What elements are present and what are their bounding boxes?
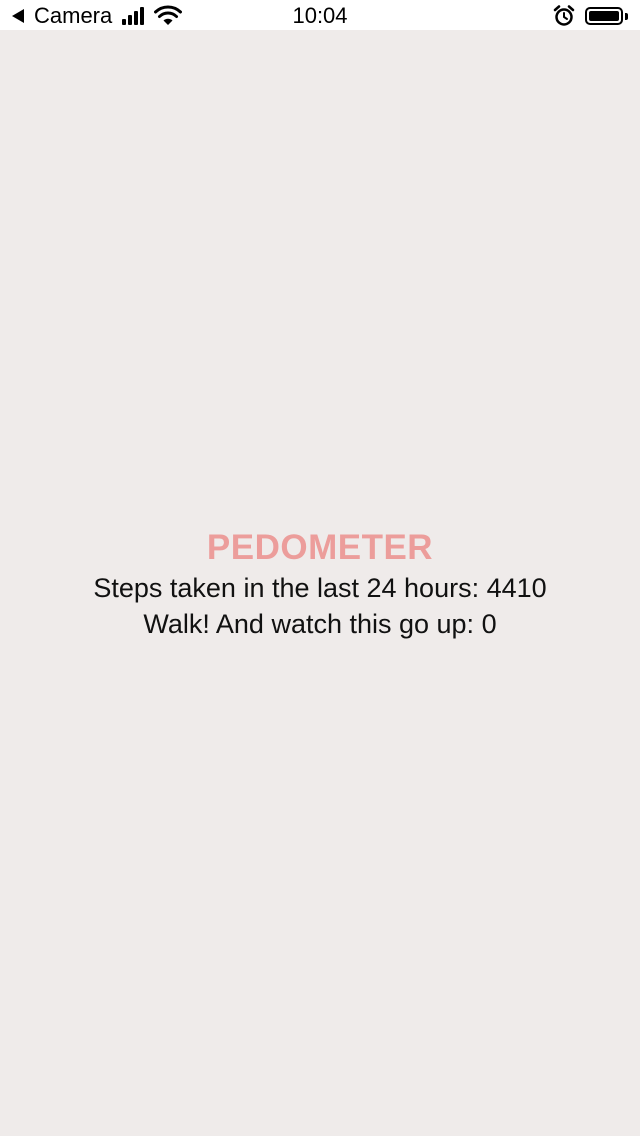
- past-steps-text: Steps taken in the last 24 hours: 4410: [93, 573, 547, 603]
- battery-level-fill: [589, 11, 619, 21]
- alarm-icon: [553, 5, 575, 26]
- status-bar: Camera 10:04: [0, 0, 640, 30]
- page-title: PEDOMETER: [206, 528, 434, 567]
- status-time: 10:04: [292, 3, 348, 28]
- pedometer-panel: PEDOMETER Steps taken in the last 24 hou…: [0, 526, 640, 642]
- live-steps-text: Walk! And watch this go up: 0: [143, 609, 497, 639]
- battery-tip: [625, 12, 628, 20]
- battery-icon: [585, 7, 623, 25]
